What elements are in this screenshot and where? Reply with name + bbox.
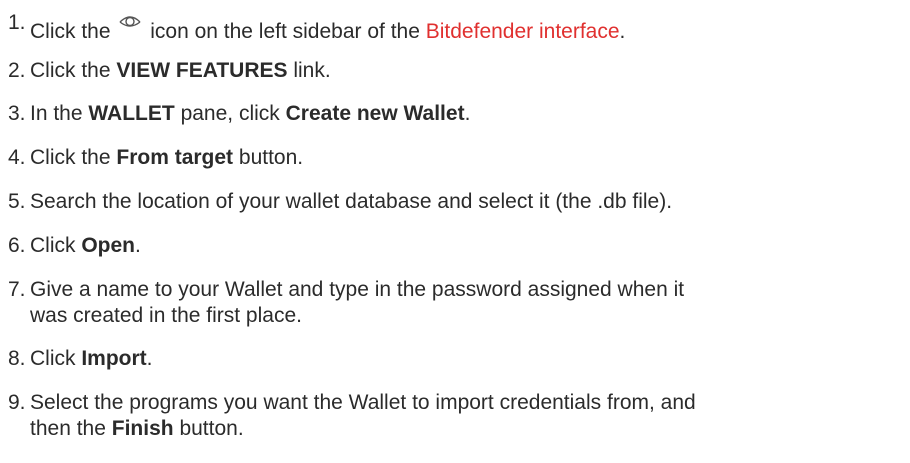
step-text: Click the From target button. (30, 145, 888, 171)
step-text-before: Click the (30, 59, 111, 82)
step-text-before: Click the (30, 20, 111, 43)
step-text: In the WALLET pane, click Create new Wal… (30, 101, 888, 127)
step-text: Search the location of your wallet datab… (30, 190, 673, 213)
step-text-middle: pane, click (180, 102, 280, 125)
step-text-before: Click (30, 347, 76, 370)
step-number: 1. (8, 11, 26, 34)
step-text-after: . (619, 20, 626, 43)
step-4: 4. Click the From target button. (8, 145, 888, 171)
step-text-line-2: was created in the first place. (30, 304, 302, 327)
step-1: 1. Click the icon on the left sidebar of… (8, 10, 888, 45)
step-bold: Import (81, 347, 147, 370)
step-bold: VIEW FEATURES (116, 59, 288, 82)
step-text-before: Click the (30, 146, 111, 169)
step-text-after: link. (293, 59, 331, 82)
step-number: 9. (8, 391, 26, 414)
bitdefender-interface-link[interactable]: Bitdefender interface (426, 20, 620, 43)
step-number: 5. (8, 190, 26, 213)
step-text: Click the icon on the left sidebar of th… (30, 10, 888, 45)
step-text: Select the programs you want the Wallet … (30, 390, 888, 442)
step-text: Click Open. (30, 233, 888, 259)
step-text: Give a name to your Wallet and type in t… (30, 277, 888, 329)
step-text: Click Import. (30, 346, 888, 372)
step-bold: WALLET (88, 102, 175, 125)
step-text-line-2-after: button. (179, 417, 244, 440)
step-8: 8. Click Import. (8, 346, 888, 372)
step-5: 5. Search the location of your wallet da… (8, 189, 888, 215)
step-text-line-1: Select the programs you want the Wallet … (30, 391, 696, 414)
step-bold: Open (81, 234, 136, 257)
step-text-after: . (135, 234, 141, 257)
step-3: 3. In the WALLET pane, click Create new … (8, 101, 888, 127)
step-text-middle: icon on the left sidebar of the (150, 20, 420, 43)
step-number: 7. (8, 278, 26, 301)
eye-icon (118, 10, 142, 32)
step-text-before: In the (30, 102, 83, 125)
step-bold-2: Create new Wallet (285, 102, 465, 125)
step-text-line-1: Give a name to your Wallet and type in t… (30, 278, 685, 301)
step-number: 3. (8, 102, 26, 125)
step-text-line-2-before: then the (30, 417, 106, 440)
step-9: 9. Select the programs you want the Wall… (8, 390, 888, 442)
step-number: 4. (8, 146, 26, 169)
step-text-after: . (146, 347, 153, 370)
step-text: Click the VIEW FEATURES link. (30, 58, 888, 84)
step-bold: From target (116, 146, 234, 169)
step-text-after: . (464, 102, 471, 125)
step-number: 6. (8, 234, 26, 257)
step-2: 2. Click the VIEW FEATURES link. (8, 58, 888, 84)
step-number: 2. (8, 59, 26, 82)
step-text-before: Click (30, 234, 76, 257)
step-text-after: button. (238, 146, 304, 169)
step-number: 8. (8, 347, 26, 370)
step-6: 6. Click Open. (8, 233, 888, 259)
step-bold: Finish (111, 417, 174, 440)
step-7: 7. Give a name to your Wallet and type i… (8, 277, 888, 329)
